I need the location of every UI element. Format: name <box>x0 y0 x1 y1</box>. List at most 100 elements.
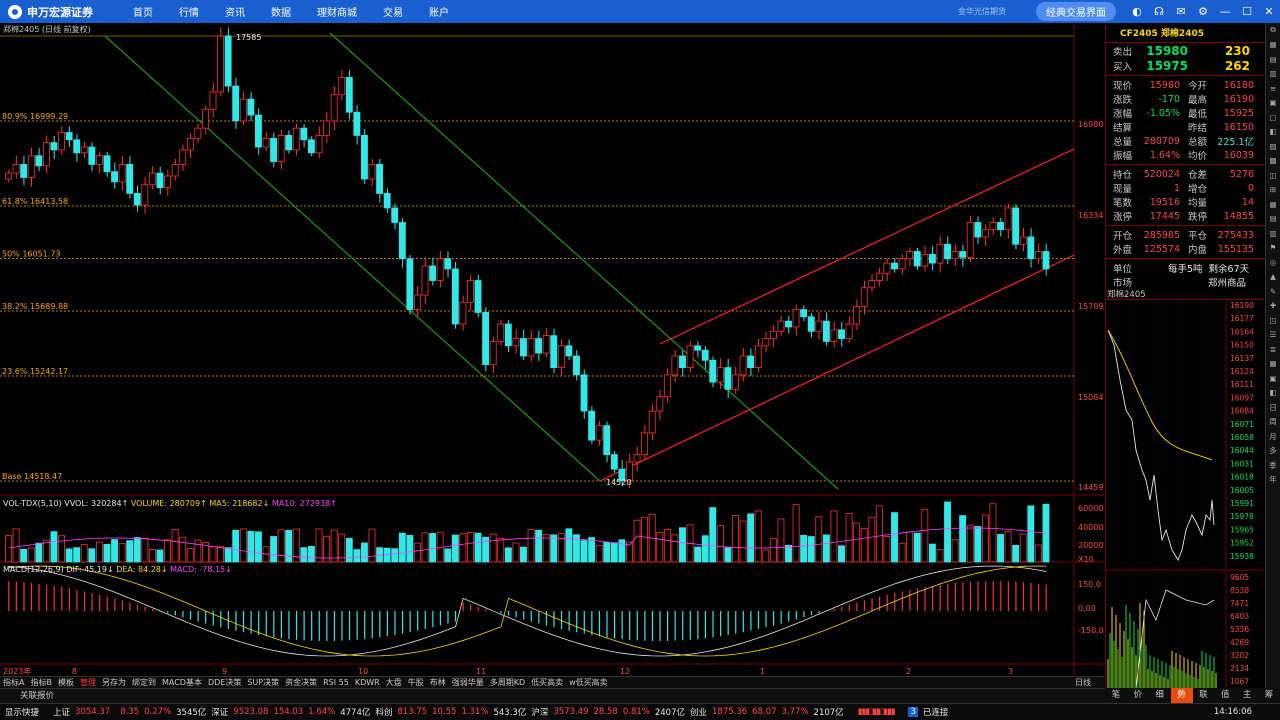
candle-body <box>156 172 164 189</box>
indicator-tab[interactable]: 模板 <box>55 677 77 688</box>
indicator-tab[interactable]: 指标A <box>0 677 27 688</box>
period-label[interactable]: 日线 <box>1072 677 1094 688</box>
tool-icon[interactable]: ▨ <box>1266 139 1280 154</box>
tool-icon[interactable]: ▤ <box>1266 212 1280 227</box>
indicator-tab[interactable]: 指标B <box>27 677 55 688</box>
tool-icon[interactable]: ◧ <box>1266 386 1280 401</box>
sell-row[interactable]: 卖出 15980 230 <box>1106 43 1265 58</box>
indicator-tab[interactable]: 绑定到 <box>129 677 159 688</box>
detail-tab[interactable]: 值 <box>1214 688 1236 703</box>
indicator-tab[interactable]: 多周期KD <box>487 677 528 688</box>
tool-icon[interactable]: ▣ <box>1266 96 1280 111</box>
indicator-tab[interactable]: 牛股 <box>405 677 427 688</box>
candle-body <box>785 320 792 328</box>
volume-legend: VOL-TDX(5,10) VVOL: 320284↑ VOLUME: 2807… <box>3 499 337 508</box>
period-tool[interactable]: 多 <box>1266 444 1280 459</box>
buy-row[interactable]: 买入 15975 262 <box>1106 58 1265 73</box>
detail-tab[interactable]: 联 <box>1193 688 1215 703</box>
candle-body <box>482 312 490 366</box>
detail-tab[interactable]: 主 <box>1236 688 1258 703</box>
indicator-tab[interactable]: w低买高卖 <box>566 677 611 688</box>
kline-chart-area[interactable]: 80.9% 16999.29 61.8% 16413.58 50% 16051.73… <box>0 23 1104 688</box>
headset-icon[interactable]: ☊ <box>1148 0 1170 23</box>
kc-value: 813.75 <box>397 707 428 717</box>
menu-news[interactable]: 资讯 <box>212 4 258 19</box>
volume-bar <box>694 546 702 563</box>
menu-account[interactable]: 账户 <box>416 4 462 19</box>
tool-icon[interactable]: ☰ <box>1266 328 1280 343</box>
indicator-tab[interactable]: 资金决策 <box>282 677 320 688</box>
period-tool[interactable]: 周 <box>1266 415 1280 430</box>
indicator-tab[interactable]: MACD基本 <box>159 677 205 688</box>
tool-icon[interactable]: ▣ <box>1266 371 1280 386</box>
tool-icon[interactable]: ⚑ <box>1266 241 1280 256</box>
tool-icon[interactable]: ◳ <box>1266 313 1280 328</box>
candle-body <box>353 111 361 136</box>
mail-icon[interactable]: ✉ <box>1170 0 1192 23</box>
indicator-tab[interactable]: 另存为 <box>99 677 129 688</box>
volume-bar <box>65 548 73 563</box>
tool-icon[interactable]: ◎ <box>1266 255 1280 270</box>
volume-bar <box>739 520 747 563</box>
detail-tab[interactable]: 笔 <box>1105 688 1127 703</box>
indicator-tab[interactable]: 管理 <box>77 677 99 688</box>
detail-tab[interactable]: 势 <box>1170 688 1193 703</box>
tool-icon[interactable]: ✚ <box>1266 299 1280 314</box>
quick-display[interactable]: 显示快捷 <box>5 706 39 718</box>
detail-tab[interactable]: 筹 <box>1258 688 1280 703</box>
gear-icon[interactable]: ⚙ <box>1192 0 1214 23</box>
menu-wealth-mall[interactable]: 理财商城 <box>304 4 370 19</box>
indicator-tab[interactable]: 强弱华量 <box>449 677 487 688</box>
indicator-tab[interactable]: DDE决策 <box>205 677 244 688</box>
candle-body <box>520 338 527 357</box>
tool-icon[interactable]: ≡ <box>1266 81 1280 96</box>
tool-icon[interactable]: ◧ <box>1266 125 1280 140</box>
indicator-tab[interactable]: KDWR <box>352 678 383 687</box>
tool-icon[interactable]: ▦ <box>1266 357 1280 372</box>
period-tool[interactable]: 季 <box>1266 458 1280 473</box>
indicator-tab[interactable]: 低买高卖 <box>528 677 566 688</box>
menu-home[interactable]: 首页 <box>120 4 166 19</box>
tool-icon[interactable]: ⊞ <box>1266 183 1280 198</box>
hs-value: 3573.49 <box>553 707 589 717</box>
quote-key: 最低 <box>1188 109 1208 120</box>
maximize-icon[interactable]: ☐ <box>1236 0 1258 23</box>
linked-quote-bar[interactable]: 关联报价 <box>0 688 1105 703</box>
kline-svg[interactable]: 80.9% 16999.29 61.8% 16413.58 50% 16051.73… <box>0 23 1104 688</box>
menu-market[interactable]: 行情 <box>166 4 212 19</box>
tool-icon[interactable]: ▤ <box>1266 52 1280 67</box>
quote-row: 结算 昨结 16150 <box>1106 120 1265 135</box>
indicator-tab[interactable]: RSI 55 <box>320 678 352 687</box>
period-tool[interactable]: 月 <box>1266 429 1280 444</box>
tool-icon[interactable]: ⧉ <box>1266 23 1280 38</box>
intraday-svg[interactable]: 16190 16177 16164 16150 16137 16124 16111 16097… <box>1106 300 1266 690</box>
tool-icon[interactable]: ▲ <box>1266 270 1280 285</box>
quote-key: 现价 <box>1113 81 1133 92</box>
minimize-icon[interactable]: — <box>1214 0 1236 23</box>
classic-trade-button[interactable]: 经典交易界面 <box>1036 2 1116 21</box>
period-tool[interactable]: 年 <box>1266 473 1280 488</box>
indicator-tab[interactable]: SUP决策 <box>244 677 282 688</box>
indicator-tab[interactable]: 大盘 <box>383 677 405 688</box>
candle-body <box>815 320 823 332</box>
tool-icon[interactable]: ◫ <box>1266 168 1280 183</box>
intraday-chart[interactable]: 16190 16177 16164 16150 16137 16124 16111 16097… <box>1106 299 1266 690</box>
period-tool[interactable]: 日 <box>1266 400 1280 415</box>
tool-icon[interactable]: ▦ <box>1266 197 1280 212</box>
tool-icon[interactable]: ✎ <box>1266 284 1280 299</box>
candle-body <box>891 262 898 270</box>
detail-tab[interactable]: 细 <box>1149 688 1171 703</box>
indicator-tab[interactable]: 布林 <box>427 677 449 688</box>
detail-tab[interactable]: 价 <box>1127 688 1149 703</box>
tool-icon[interactable]: ▥ <box>1266 226 1280 241</box>
menu-data[interactable]: 数据 <box>258 4 304 19</box>
tool-icon[interactable]: ≣ <box>1266 342 1280 357</box>
tool-icon[interactable]: ▥ <box>1266 67 1280 82</box>
skin-icon[interactable]: ◐ <box>1126 0 1148 23</box>
volume-bar <box>467 532 474 563</box>
tool-icon[interactable]: ▩ <box>1266 154 1280 169</box>
close-icon[interactable]: ✕ <box>1258 0 1280 23</box>
tool-icon[interactable]: ▢ <box>1266 110 1280 125</box>
tool-icon[interactable]: ▦ <box>1266 38 1280 53</box>
menu-trade[interactable]: 交易 <box>370 4 416 19</box>
